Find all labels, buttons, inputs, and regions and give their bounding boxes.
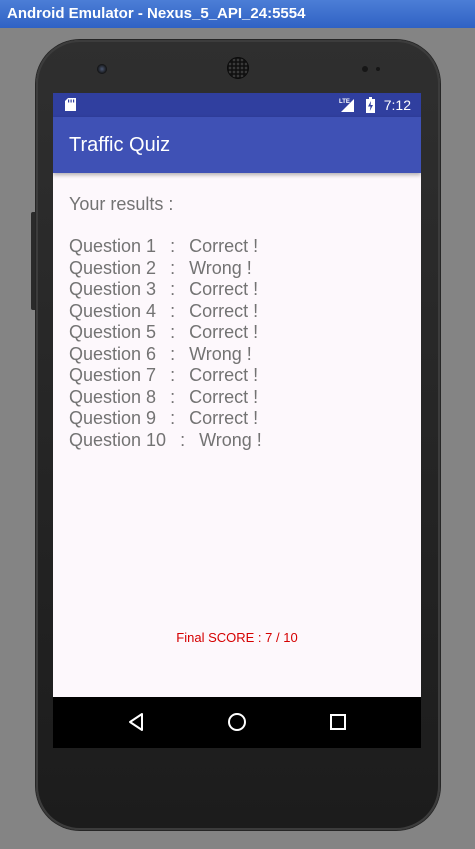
question-label: Question 1 bbox=[69, 236, 157, 256]
status-time: 7:12 bbox=[383, 97, 411, 113]
back-icon[interactable] bbox=[123, 709, 149, 735]
result-row: Question 6 : Wrong ! bbox=[69, 344, 262, 366]
question-label: Question 5 bbox=[69, 322, 157, 342]
result-row: Question 7 : Correct ! bbox=[69, 365, 262, 387]
lte-signal-icon: LTE bbox=[339, 99, 354, 112]
phone-screen: LTE 7:12 Traffic Quiz Your results : Que… bbox=[53, 93, 421, 748]
question-label: Question 8 bbox=[69, 386, 157, 407]
status-bar: LTE 7:12 bbox=[53, 93, 421, 117]
question-label: Question 3 bbox=[69, 279, 157, 299]
result-row: Question 4 : Correct ! bbox=[69, 301, 262, 323]
result-separator: : bbox=[165, 365, 181, 385]
result-value: Wrong ! bbox=[189, 343, 252, 364]
question-label: Question 9 bbox=[69, 408, 157, 428]
question-label: Question 10 bbox=[69, 429, 167, 450]
earpiece-speaker bbox=[227, 57, 249, 79]
sd-card-icon bbox=[65, 98, 76, 111]
result-row: Question 9 : Correct ! bbox=[69, 408, 262, 430]
window-title[interactable]: Android Emulator - Nexus_5_API_24:5554 bbox=[0, 0, 475, 28]
result-separator: : bbox=[165, 408, 181, 428]
light-sensor bbox=[376, 67, 380, 71]
result-separator: : bbox=[175, 429, 191, 450]
home-icon[interactable] bbox=[224, 709, 250, 735]
result-value: Correct ! bbox=[189, 322, 259, 342]
question-label: Question 2 bbox=[69, 257, 157, 278]
question-label: Question 6 bbox=[69, 343, 157, 364]
results-heading: Your results : bbox=[69, 194, 174, 214]
result-separator: : bbox=[165, 343, 181, 364]
result-value: Correct ! bbox=[189, 408, 259, 428]
result-row: Question 2 : Wrong ! bbox=[69, 258, 262, 280]
result-separator: : bbox=[165, 257, 181, 278]
proximity-sensor bbox=[362, 66, 368, 72]
emulator-window: Android Emulator - Nexus_5_API_24:5554 L… bbox=[0, 0, 475, 849]
app-title: Traffic Quiz bbox=[69, 134, 171, 156]
navigation-bar bbox=[53, 697, 421, 748]
result-row: Question 1 : Correct ! bbox=[69, 236, 262, 258]
result-separator: : bbox=[165, 322, 181, 342]
result-value: Correct ! bbox=[189, 300, 259, 321]
result-value: Correct ! bbox=[189, 279, 259, 299]
results-list: Question 1 : Correct ! Question 2 : Wrong… bbox=[69, 236, 262, 451]
result-separator: : bbox=[165, 236, 181, 256]
question-label: Question 4 bbox=[69, 300, 157, 321]
svg-text:LTE: LTE bbox=[339, 99, 350, 105]
results-content: Your results : Question 1 : Correct ! Que… bbox=[69, 193, 262, 451]
result-row: Question 8 : Correct ! bbox=[69, 387, 262, 409]
result-separator: : bbox=[165, 279, 181, 299]
result-value: Wrong ! bbox=[189, 257, 252, 278]
result-value: Wrong ! bbox=[199, 429, 262, 450]
result-separator: : bbox=[165, 386, 181, 407]
result-row: Question 10 : Wrong ! bbox=[69, 430, 262, 452]
recents-icon[interactable] bbox=[325, 709, 351, 735]
battery-charging-icon bbox=[366, 97, 375, 113]
result-separator: : bbox=[165, 300, 181, 321]
final-score: Final SCORE : 7 / 10 bbox=[176, 630, 298, 645]
app-bar: Traffic Quiz bbox=[53, 117, 421, 173]
front-camera bbox=[97, 64, 107, 74]
question-label: Question 7 bbox=[69, 365, 157, 385]
result-value: Correct ! bbox=[189, 365, 259, 385]
result-row: Question 3 : Correct ! bbox=[69, 279, 262, 301]
result-value: Correct ! bbox=[189, 236, 259, 256]
result-row: Question 5 : Correct ! bbox=[69, 322, 262, 344]
result-value: Correct ! bbox=[189, 386, 259, 407]
